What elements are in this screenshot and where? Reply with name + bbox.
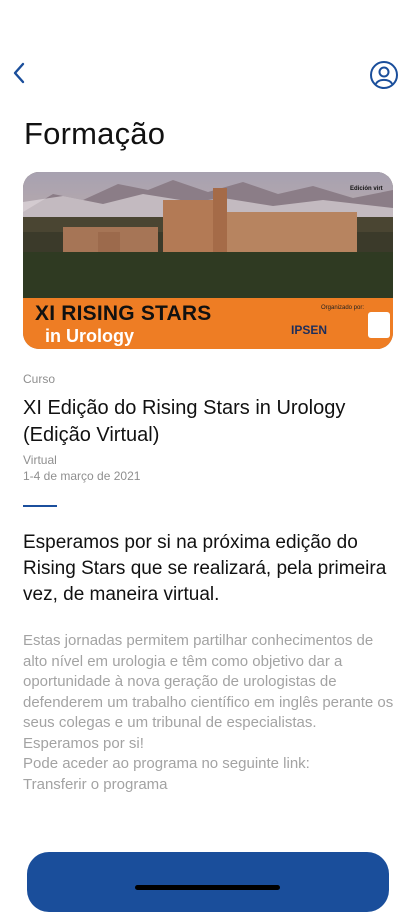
back-button[interactable]: [4, 58, 34, 92]
event-description: Estas jornadas permitem partilhar conhec…: [23, 631, 398, 795]
download-program-link[interactable]: Transferir o programa: [23, 776, 168, 793]
event-mode: Virtual: [23, 453, 57, 467]
banner-virtual-tag: Edición virt: [350, 186, 383, 192]
alhambra-photo: [23, 172, 393, 298]
banner-title-line1: XI RISING STARS: [35, 302, 212, 325]
partner-logo: [368, 312, 390, 338]
page-title: Formação: [24, 116, 166, 151]
event-title: XI Edição do Rising Stars in Urology (Ed…: [23, 397, 346, 446]
description-paragraph: Pode aceder ao programa no seguinte link…: [23, 755, 310, 772]
event-type-label: Curso: [23, 372, 56, 386]
top-navigation-bar: [0, 50, 415, 100]
event-date: 1-4 de março de 2021: [23, 469, 141, 483]
description-paragraph: Esperamos por si!: [23, 734, 144, 752]
profile-button[interactable]: [368, 59, 400, 91]
user-circle-icon: [368, 61, 400, 95]
sponsor-logo: IPSEN: [291, 323, 328, 337]
primary-action-button[interactable]: [27, 852, 389, 912]
chevron-left-icon: [12, 62, 26, 89]
description-paragraph: Estas jornadas permitem partilhar conhec…: [23, 632, 394, 731]
home-indicator: [135, 885, 280, 890]
event-lead-text: Esperamos por si na próxima edição do Ri…: [23, 532, 387, 605]
banner-title-line2: in Urology: [45, 326, 134, 346]
section-divider: [23, 505, 57, 507]
banner-organized-label: Organizado por:: [321, 305, 365, 311]
event-banner-image: Edición virt XI RISING STARS in Urology …: [23, 172, 393, 349]
